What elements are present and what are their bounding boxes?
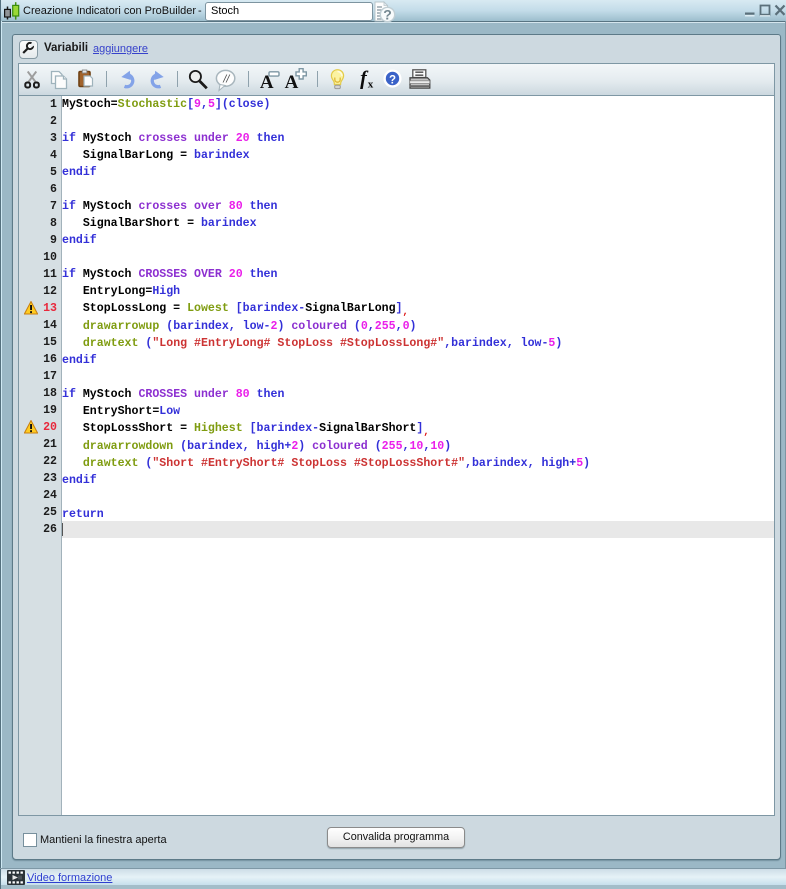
svg-text:?: ? (389, 75, 396, 87)
svg-text://: // (222, 74, 230, 86)
svg-text:?: ? (383, 7, 392, 23)
svg-text:x: x (368, 79, 374, 91)
